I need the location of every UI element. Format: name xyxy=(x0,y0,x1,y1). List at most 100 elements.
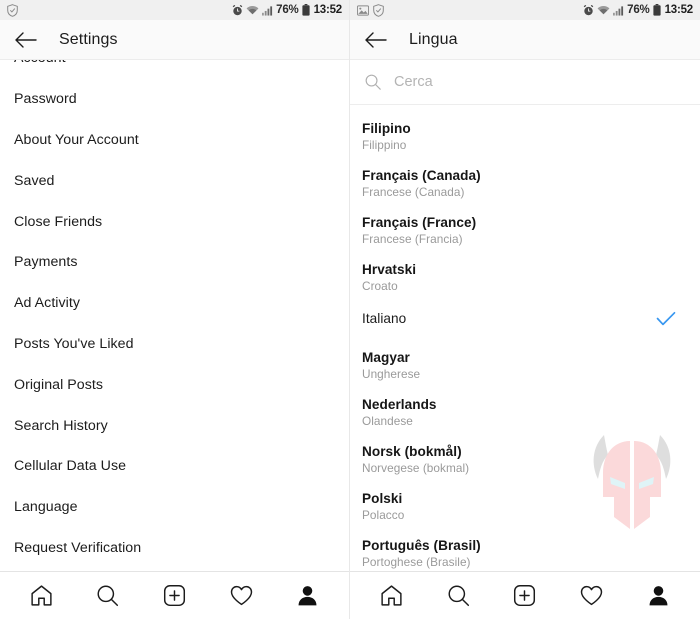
settings-item-saved[interactable]: Saved xyxy=(14,160,349,201)
language-native-label: Hrvatski xyxy=(362,261,417,277)
bottom-navigation-right xyxy=(350,571,700,619)
alarm-clock-icon xyxy=(232,4,243,16)
language-screen: 76% 13:52 Lingua Filipin xyxy=(350,0,700,619)
language-translated-label: Croato xyxy=(362,278,398,293)
wifi-icon xyxy=(246,5,259,16)
language-item-filipino[interactable]: Filipino Filippino xyxy=(362,113,686,160)
settings-item-label: Search History xyxy=(14,417,108,434)
language-app-bar: Lingua xyxy=(350,20,700,60)
back-arrow-icon[interactable] xyxy=(13,27,39,53)
status-bar-right-icons: 76% 13:52 xyxy=(232,4,342,16)
language-translated-label: Francese (Canada) xyxy=(362,184,465,199)
bottom-navigation-left xyxy=(0,571,349,619)
language-native-label: Nederlands xyxy=(362,396,437,412)
settings-item-original-posts[interactable]: Original Posts xyxy=(14,364,349,405)
settings-item-about-your-account[interactable]: About Your Account xyxy=(14,120,349,161)
language-item-norsk-bokmal[interactable]: Norsk (bokmål) Norvegese (bokmal) xyxy=(362,436,686,483)
settings-list-scroll[interactable]: Account Password About Your Account Save… xyxy=(0,60,349,571)
language-item-texts: Français (Canada) Francese (Canada) xyxy=(362,168,481,200)
settings-list: Account Password About Your Account Save… xyxy=(0,60,349,568)
battery-icon xyxy=(301,4,310,16)
language-item-texts: Nederlands Olandese xyxy=(362,397,437,429)
status-bar-left: 76% 13:52 xyxy=(0,0,349,20)
language-item-polski[interactable]: Polski Polacco xyxy=(362,483,686,530)
language-item-hrvatski[interactable]: Hrvatski Croato xyxy=(362,254,686,301)
search-icon[interactable] xyxy=(436,576,480,616)
settings-item-posts-youve-liked[interactable]: Posts You've Liked xyxy=(14,324,349,365)
settings-screen: 76% 13:52 Settings Account Password Abou… xyxy=(0,0,350,619)
settings-item-label: Language xyxy=(14,499,78,516)
home-icon[interactable] xyxy=(369,576,413,616)
settings-item-label: About Your Account xyxy=(14,131,139,148)
settings-list-inner: Account Password About Your Account Save… xyxy=(14,60,349,568)
language-item-francais-canada[interactable]: Français (Canada) Francese (Canada) xyxy=(362,160,686,207)
settings-item-label: Ad Activity xyxy=(14,295,80,312)
search-icon xyxy=(364,73,382,91)
settings-item-label: Request Verification xyxy=(14,539,142,556)
language-item-texts: Português (Brasil) Portoghese (Brasile) xyxy=(362,538,481,570)
language-item-texts: Magyar Ungherese xyxy=(362,350,420,382)
language-native-label: Português (Brasil) xyxy=(362,537,481,553)
language-translated-label: Portoghese (Brasile) xyxy=(362,554,471,569)
search-icon[interactable] xyxy=(86,576,130,616)
settings-item-ad-activity[interactable]: Ad Activity xyxy=(14,283,349,324)
language-translated-label: Polacco xyxy=(362,507,405,522)
language-item-francais-france[interactable]: Français (France) Francese (Francia) xyxy=(362,207,686,254)
language-native-label: Français (France) xyxy=(362,214,477,230)
battery-icon xyxy=(652,4,661,16)
settings-item-payments[interactable]: Payments xyxy=(14,242,349,283)
settings-item-label: Payments xyxy=(14,254,78,271)
language-list-scroll[interactable]: Filipino Filippino Français (Canada) Fra… xyxy=(350,105,700,571)
language-native-label: Magyar xyxy=(362,349,410,365)
language-item-nederlands[interactable]: Nederlands Olandese xyxy=(362,389,686,436)
heart-icon[interactable] xyxy=(219,576,263,616)
back-arrow-icon[interactable] xyxy=(363,27,389,53)
home-icon[interactable] xyxy=(19,576,63,616)
language-item-magyar[interactable]: Magyar Ungherese xyxy=(362,342,686,389)
language-native-label: Français (Canada) xyxy=(362,167,481,183)
shield-check-icon xyxy=(7,3,18,17)
settings-item-password[interactable]: Password xyxy=(14,79,349,120)
screenshot-image-icon xyxy=(357,4,369,16)
language-native-label: Filipino xyxy=(362,120,411,136)
settings-item-label: Original Posts xyxy=(14,376,104,393)
settings-item-account[interactable]: Account xyxy=(14,60,349,79)
status-bar-left-icons xyxy=(357,3,384,17)
settings-item-language[interactable]: Language xyxy=(14,487,349,528)
language-item-italiano[interactable]: Italiano xyxy=(362,301,686,342)
language-item-texts: Filipino Filippino xyxy=(362,121,411,153)
settings-item-label: Posts You've Liked xyxy=(14,335,134,352)
settings-item-cellular-data-use[interactable]: Cellular Data Use xyxy=(14,446,349,487)
language-search-bar[interactable] xyxy=(350,60,700,105)
settings-item-close-friends[interactable]: Close Friends xyxy=(14,201,349,242)
dual-screenshot-container: 76% 13:52 Settings Account Password Abou… xyxy=(0,0,700,619)
profile-icon[interactable] xyxy=(286,576,330,616)
language-translated-label: Ungherese xyxy=(362,366,421,381)
language-translated-label: Francese (Francia) xyxy=(362,231,463,246)
cellular-signal-icon xyxy=(262,5,273,16)
language-native-label: Italiano xyxy=(362,311,407,326)
shield-check-icon xyxy=(373,3,384,17)
settings-item-label: Password xyxy=(14,91,77,108)
settings-item-request-verification[interactable]: Request Verification xyxy=(14,528,349,569)
add-post-icon[interactable] xyxy=(152,576,196,616)
selected-check-icon xyxy=(656,311,686,332)
add-post-icon[interactable] xyxy=(503,576,547,616)
language-native-label: Polski xyxy=(362,490,403,506)
heart-icon[interactable] xyxy=(570,576,614,616)
settings-app-bar: Settings xyxy=(0,20,349,60)
wifi-icon xyxy=(597,5,610,16)
profile-icon[interactable] xyxy=(637,576,681,616)
language-translated-label: Norvegese (bokmal) xyxy=(362,460,470,475)
status-bar-clock: 13:52 xyxy=(664,4,694,16)
search-input[interactable] xyxy=(394,74,686,90)
status-bar-clock: 13:52 xyxy=(313,4,343,16)
page-title: Settings xyxy=(59,30,118,48)
alarm-clock-icon xyxy=(583,4,594,16)
battery-percent-label: 76% xyxy=(627,4,650,16)
settings-item-search-history[interactable]: Search History xyxy=(14,405,349,446)
language-item-texts: Italiano xyxy=(362,311,406,327)
status-bar-right-icons: 76% 13:52 xyxy=(583,4,693,16)
language-item-portugues-brasil[interactable]: Português (Brasil) Portoghese (Brasile) xyxy=(362,530,686,571)
language-translated-label: Filippino xyxy=(362,137,407,152)
